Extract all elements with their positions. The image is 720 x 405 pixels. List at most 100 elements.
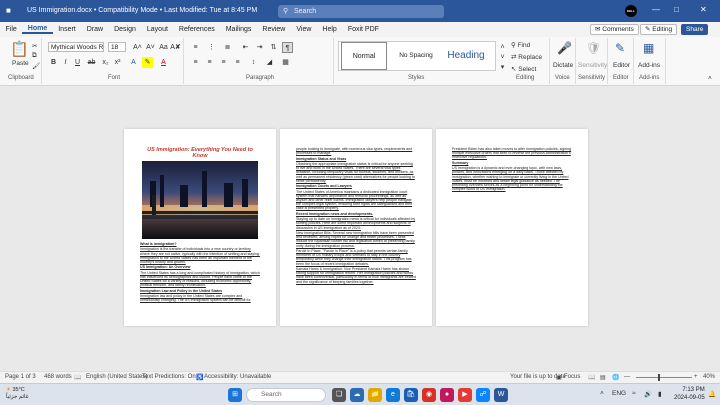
- weather-widget[interactable]: ☀ 35°C غائم جزئياً: [6, 387, 29, 400]
- addins-icon[interactable]: ▦: [643, 41, 654, 55]
- bullets-icon[interactable]: ≡: [190, 42, 201, 53]
- dictate-label[interactable]: Dictate: [553, 62, 573, 69]
- tab-home[interactable]: Home: [22, 25, 53, 34]
- tab-view[interactable]: View: [291, 26, 317, 33]
- page-count[interactable]: Page 1 of 3: [5, 374, 36, 380]
- style-heading[interactable]: Heading: [443, 42, 489, 70]
- tab-references[interactable]: References: [173, 26, 220, 33]
- tab-file[interactable]: File: [0, 26, 22, 33]
- read-mode-icon[interactable]: 📖: [588, 374, 595, 381]
- file-explorer-icon[interactable]: 📁: [368, 388, 382, 402]
- replace-button[interactable]: ⇄ Replace: [511, 53, 542, 61]
- align-left-icon[interactable]: ≡: [190, 57, 201, 68]
- store-icon[interactable]: 🛍: [404, 388, 418, 402]
- increase-indent-icon[interactable]: ⇥: [254, 42, 265, 53]
- style-normal[interactable]: Normal: [341, 42, 387, 70]
- style-no-spacing[interactable]: No Spacing: [391, 42, 441, 70]
- clock[interactable]: 7:13 PM 2024-09-05: [674, 387, 705, 402]
- app-icon[interactable]: ●: [440, 388, 454, 402]
- text-effects-icon[interactable]: A: [128, 57, 139, 68]
- start-icon[interactable]: ⊞: [228, 388, 242, 402]
- cut-icon[interactable]: ✂: [32, 42, 37, 50]
- borders-icon[interactable]: ▦: [280, 57, 291, 68]
- page-3[interactable]: President Biden has also taken moves to …: [436, 129, 588, 326]
- comments-button[interactable]: ✉ Comments: [590, 24, 639, 35]
- app-icon[interactable]: ☍: [476, 388, 490, 402]
- align-center-icon[interactable]: ≡: [204, 57, 215, 68]
- numbering-icon[interactable]: ⋮: [206, 42, 217, 53]
- clear-formatting-icon[interactable]: A✘: [170, 42, 181, 53]
- align-right-icon[interactable]: ≡: [218, 57, 229, 68]
- search-box[interactable]: ⚲ Search: [278, 5, 444, 18]
- web-layout-icon[interactable]: 🌐: [612, 374, 619, 381]
- share-button[interactable]: Share: [681, 24, 709, 35]
- chrome-icon[interactable]: ◉: [422, 388, 436, 402]
- close-icon[interactable]: ✕: [700, 5, 707, 14]
- sort-icon[interactable]: ⇅: [268, 42, 279, 53]
- italic-icon[interactable]: I: [60, 57, 71, 68]
- avatar[interactable]: DELL: [625, 5, 637, 17]
- justify-icon[interactable]: ≡: [232, 57, 243, 68]
- maximize-icon[interactable]: □: [674, 5, 679, 14]
- sensitivity-label[interactable]: Sensitivity: [578, 62, 607, 69]
- zoom-in-icon[interactable]: +: [694, 374, 698, 380]
- multilevel-list-icon[interactable]: ≣: [222, 42, 233, 53]
- sensitivity-icon[interactable]: 🛡: [586, 41, 601, 55]
- show-hidden-icon[interactable]: ˄: [600, 390, 604, 397]
- zoom-level[interactable]: 40%: [703, 374, 715, 380]
- font-size-box[interactable]: 18: [108, 42, 126, 52]
- proofing-icon[interactable]: 📖: [74, 374, 81, 381]
- task-view-icon[interactable]: ❏: [332, 388, 346, 402]
- page-2[interactable]: people looking to immigrate, with numero…: [280, 129, 432, 326]
- text-predictions-status[interactable]: Text Predictions: On: [142, 374, 196, 380]
- focus-icon[interactable]: ▣: [556, 374, 562, 381]
- format-painter-icon[interactable]: 🖌: [32, 62, 40, 70]
- word-count[interactable]: 468 words: [44, 374, 72, 380]
- addins-label[interactable]: Add-ins: [638, 62, 660, 69]
- wifi-icon[interactable]: ≈: [632, 390, 636, 397]
- tab-review[interactable]: Review: [257, 26, 291, 33]
- underline-icon[interactable]: U: [72, 57, 83, 68]
- battery-icon[interactable]: ▮: [658, 390, 662, 398]
- copy-icon[interactable]: ⧉: [32, 52, 37, 60]
- editor-icon[interactable]: ✎: [615, 41, 625, 55]
- subscript-icon[interactable]: x₂: [100, 57, 111, 68]
- bold-icon[interactable]: B: [48, 57, 59, 68]
- word-icon[interactable]: W: [494, 388, 508, 402]
- change-case-icon[interactable]: Aa: [158, 42, 169, 53]
- shrink-font-icon[interactable]: A˅: [145, 42, 156, 53]
- focus-button[interactable]: Focus: [564, 374, 580, 380]
- page-1[interactable]: US Immigration: Everything You Need to K…: [124, 129, 276, 326]
- tab-foxit-pdf[interactable]: Foxit PDF: [342, 26, 384, 33]
- strikethrough-icon[interactable]: ab: [86, 57, 97, 68]
- print-layout-icon[interactable]: ▤: [600, 374, 606, 381]
- editing-mode-button[interactable]: ✎ Editing: [640, 24, 678, 35]
- language-status[interactable]: English (United States): [86, 374, 147, 380]
- font-name-box[interactable]: Mythical Woods Rou: [48, 42, 104, 52]
- line-spacing-icon[interactable]: ↕: [248, 57, 259, 68]
- styles-more-icon[interactable]: ▾: [497, 62, 508, 73]
- decrease-indent-icon[interactable]: ⇤: [240, 42, 251, 53]
- grow-font-icon[interactable]: A˄: [132, 42, 143, 53]
- tab-insert[interactable]: Insert: [53, 26, 82, 33]
- editor-label[interactable]: Editor: [613, 62, 630, 69]
- tab-mailings[interactable]: Mailings: [220, 26, 257, 33]
- collapse-ribbon-icon[interactable]: ˄: [708, 75, 712, 82]
- zoom-out-icon[interactable]: —: [624, 374, 630, 380]
- volume-icon[interactable]: 🔊: [644, 390, 652, 398]
- language-indicator[interactable]: ENG: [612, 390, 626, 397]
- select-button[interactable]: ↖ Select: [511, 65, 536, 73]
- edge-icon[interactable]: e: [386, 388, 400, 402]
- tab-design[interactable]: Design: [109, 26, 142, 33]
- highlight-icon[interactable]: ✎: [142, 57, 153, 68]
- app-icon[interactable]: ▶: [458, 388, 472, 402]
- minimize-icon[interactable]: —: [652, 5, 660, 14]
- show-marks-icon[interactable]: ¶: [282, 42, 293, 53]
- accessibility-icon[interactable]: ♿: [196, 374, 203, 381]
- widgets-icon[interactable]: ☁: [350, 388, 364, 402]
- accessibility-status[interactable]: Accessibility: Unavailable: [204, 374, 271, 380]
- font-color-icon[interactable]: A: [158, 57, 169, 68]
- notifications-icon[interactable]: 🔔: [708, 390, 716, 398]
- shading-icon[interactable]: ◢: [264, 57, 275, 68]
- tab-help[interactable]: Help: [317, 26, 342, 33]
